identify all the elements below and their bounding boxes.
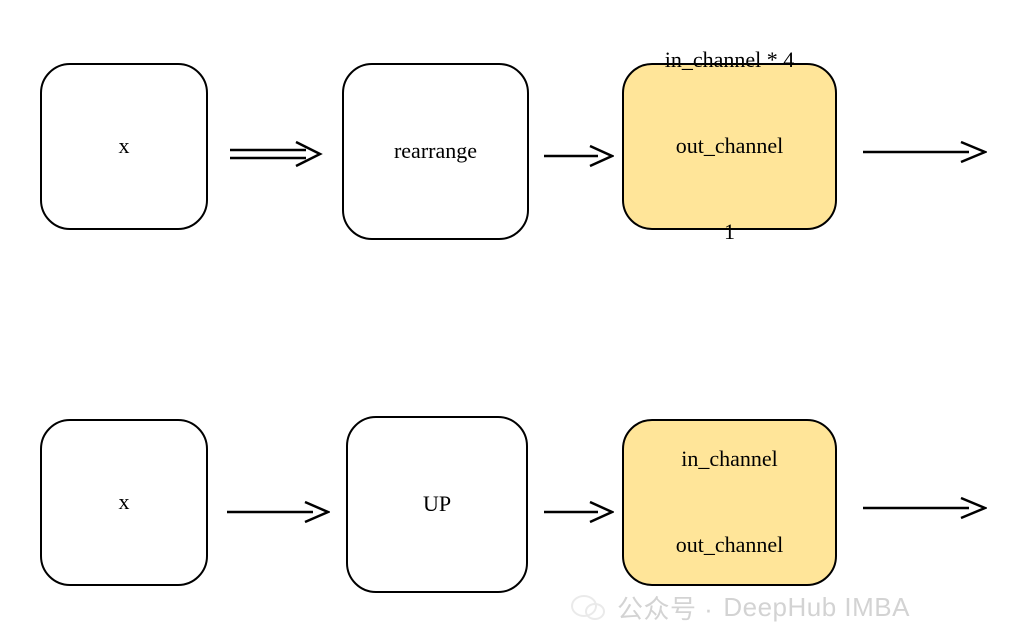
row1-channel-text: in_channel * 4 out_channel 1	[665, 0, 795, 304]
row2-channel-node: in_channel out_channel	[622, 419, 837, 586]
row1-channel-line1: in_channel * 4	[665, 46, 795, 75]
row1-input-label: x	[119, 132, 130, 161]
row1-channel-line2: out_channel	[665, 132, 795, 161]
row1-channel-node: in_channel * 4 out_channel 1	[622, 63, 837, 230]
row1-channel-line3: 1	[665, 218, 795, 247]
wechat-icon	[571, 593, 607, 623]
row2-input-node: x	[40, 419, 208, 586]
watermark-prefix: 公众号 ·	[617, 589, 713, 626]
diagram-canvas: x rearrange in_channel * 4 out_channel 1	[0, 0, 1018, 638]
row1-rearrange-label: rearrange	[394, 137, 477, 166]
row2-up-label: UP	[423, 490, 451, 519]
row1-input-node: x	[40, 63, 208, 230]
row2-input-label: x	[119, 488, 130, 517]
row2-channel-text: in_channel out_channel	[676, 388, 784, 617]
row2-channel-line1: in_channel	[676, 445, 784, 474]
row2-up-node: UP	[346, 416, 528, 593]
watermark: 公众号 · DeepHub IMBA	[571, 589, 910, 626]
watermark-name: DeepHub IMBA	[723, 592, 910, 623]
row2-channel-line2: out_channel	[676, 531, 784, 560]
row1-rearrange-node: rearrange	[342, 63, 529, 240]
